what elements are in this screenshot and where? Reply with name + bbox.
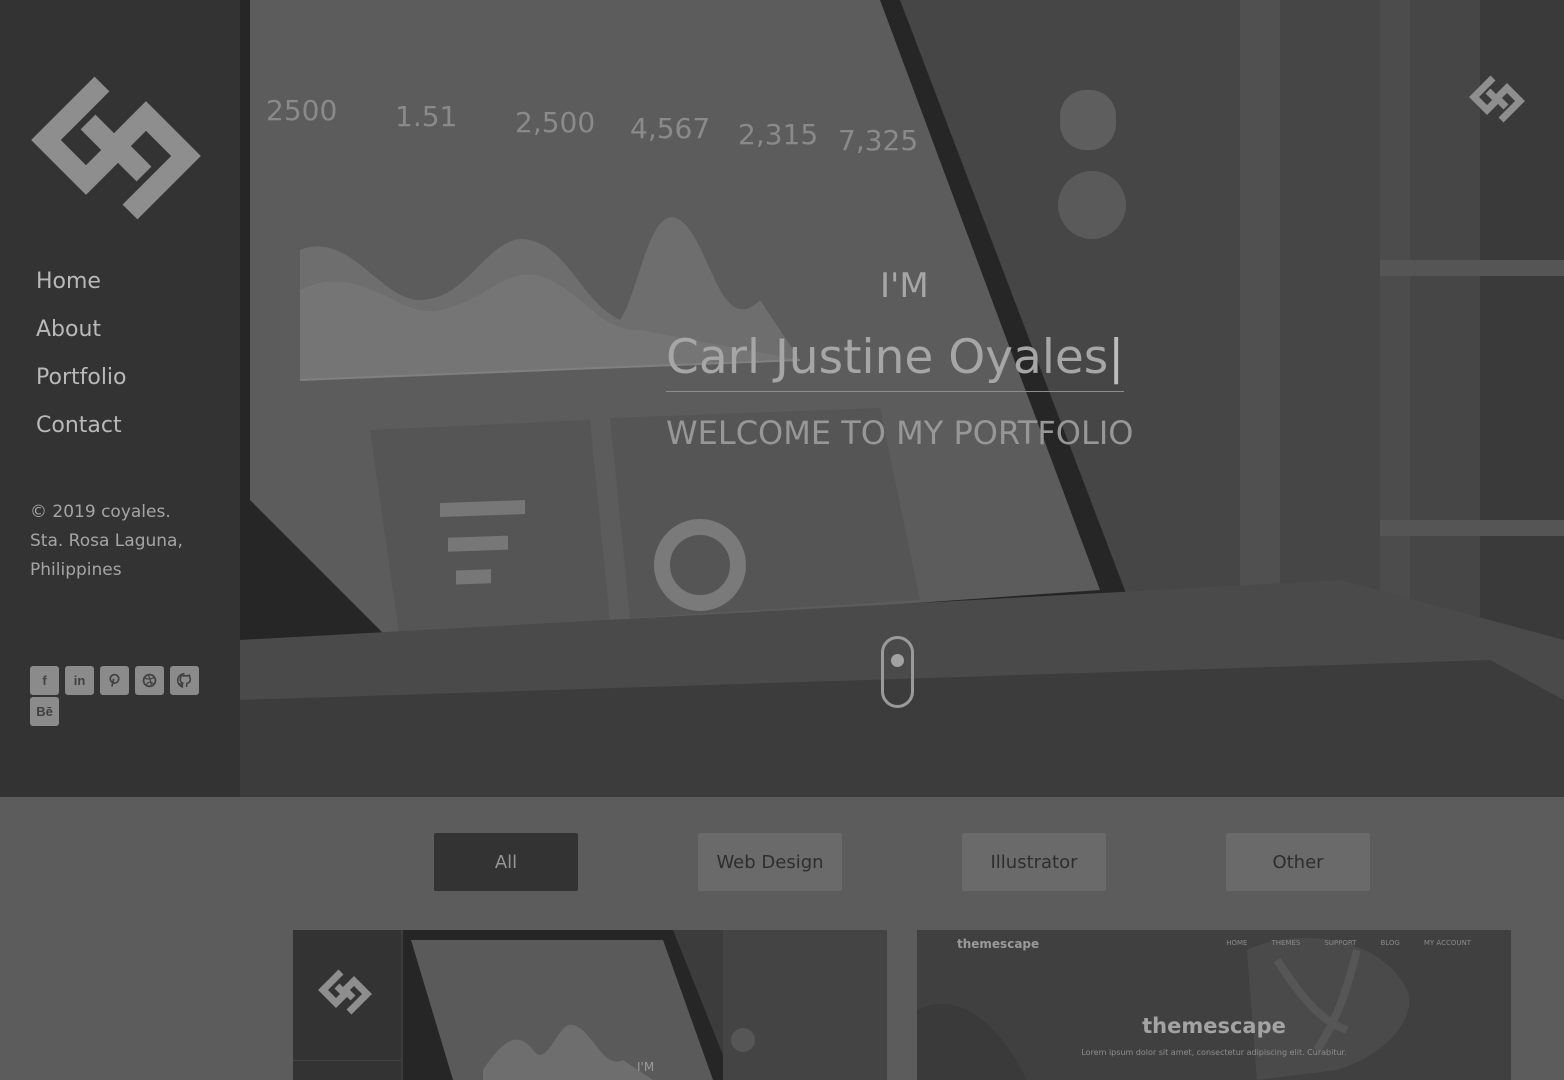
behance-glyph: Bē bbox=[36, 704, 53, 719]
themescape-tagline: Lorem ipsum dolor sit amet, consectetur … bbox=[1081, 1048, 1347, 1057]
github-glyph-icon bbox=[176, 672, 192, 689]
social-links: f in Bē bbox=[30, 666, 210, 726]
nav-home[interactable]: Home bbox=[36, 262, 127, 310]
themescape-nav-blog: BLOG bbox=[1380, 939, 1400, 947]
dribbble-glyph-icon bbox=[142, 673, 157, 688]
themescape-brand: themescape bbox=[957, 937, 1040, 951]
filter-other-button[interactable]: Other bbox=[1226, 833, 1370, 891]
sidebar: Home About Portfolio Contact © 2019 coya… bbox=[0, 0, 240, 797]
location-line-2: Philippines bbox=[30, 560, 122, 580]
filter-web-design-button[interactable]: Web Design bbox=[698, 833, 842, 891]
location-line-1: Sta. Rosa Laguna, bbox=[30, 531, 183, 551]
personal-site-thumbnail bbox=[293, 930, 887, 1080]
stat-5: 2,315 bbox=[738, 118, 818, 151]
stat-3: 2,500 bbox=[515, 106, 595, 139]
portfolio-card-themescape[interactable]: themescape HOME THEMES SUPPORT BLOG MY A… bbox=[917, 930, 1511, 1080]
facebook-icon[interactable]: f bbox=[30, 666, 59, 695]
copyright-text: © 2019 coyales. bbox=[30, 502, 171, 522]
themescape-thumbnail bbox=[917, 930, 1511, 1080]
filter-all-button[interactable]: All bbox=[434, 833, 578, 891]
github-icon[interactable] bbox=[170, 666, 199, 695]
card-im-text: I'M bbox=[637, 1060, 655, 1074]
site-logo-icon[interactable] bbox=[28, 68, 204, 228]
themescape-top-nav: HOME THEMES SUPPORT BLOG MY ACCOUNT bbox=[1226, 939, 1471, 947]
nav-portfolio[interactable]: Portfolio bbox=[36, 358, 127, 406]
main-nav: Home About Portfolio Contact bbox=[36, 262, 127, 454]
header-logo-icon[interactable] bbox=[1468, 72, 1526, 126]
nav-about[interactable]: About bbox=[36, 310, 127, 358]
stat-1: 2500 bbox=[266, 94, 337, 127]
welcome-text: WELCOME TO MY PORTFOLIO bbox=[666, 414, 1134, 452]
scroll-wheel-icon bbox=[891, 654, 904, 667]
hero-name: Carl Justine Oyales| bbox=[666, 330, 1125, 392]
typing-cursor: | bbox=[1108, 330, 1125, 385]
footer-info: © 2019 coyales. Sta. Rosa Laguna, Philip… bbox=[30, 498, 230, 585]
themescape-title: themescape bbox=[1142, 1014, 1286, 1038]
scroll-down-icon[interactable] bbox=[881, 636, 914, 708]
stat-2: 1.51 bbox=[395, 100, 457, 133]
intro-im: I'M bbox=[880, 266, 929, 306]
themescape-nav-themes: THEMES bbox=[1271, 939, 1301, 947]
behance-icon[interactable]: Bē bbox=[30, 697, 59, 726]
themescape-nav-home: HOME bbox=[1226, 939, 1248, 947]
filter-illustrator-button[interactable]: Illustrator bbox=[962, 833, 1106, 891]
nav-contact[interactable]: Contact bbox=[36, 406, 127, 454]
portfolio-card-personal-site[interactable]: I'M bbox=[293, 930, 887, 1080]
pinterest-glyph-icon bbox=[109, 673, 120, 687]
dribbble-icon[interactable] bbox=[135, 666, 164, 695]
themescape-nav-account: MY ACCOUNT bbox=[1423, 939, 1471, 947]
stat-6: 7,325 bbox=[838, 124, 918, 157]
hero-name-text: Carl Justine Oyales bbox=[666, 330, 1109, 385]
linkedin-icon[interactable]: in bbox=[65, 666, 94, 695]
facebook-glyph: f bbox=[42, 673, 47, 688]
themescape-nav-support: SUPPORT bbox=[1324, 939, 1357, 947]
linkedin-glyph: in bbox=[73, 673, 86, 688]
pinterest-icon[interactable] bbox=[100, 666, 129, 695]
stat-4: 4,567 bbox=[630, 112, 710, 145]
hero-section: 2500 1.51 2,500 4,567 2,315 7,325 I'M Ca… bbox=[240, 0, 1564, 797]
